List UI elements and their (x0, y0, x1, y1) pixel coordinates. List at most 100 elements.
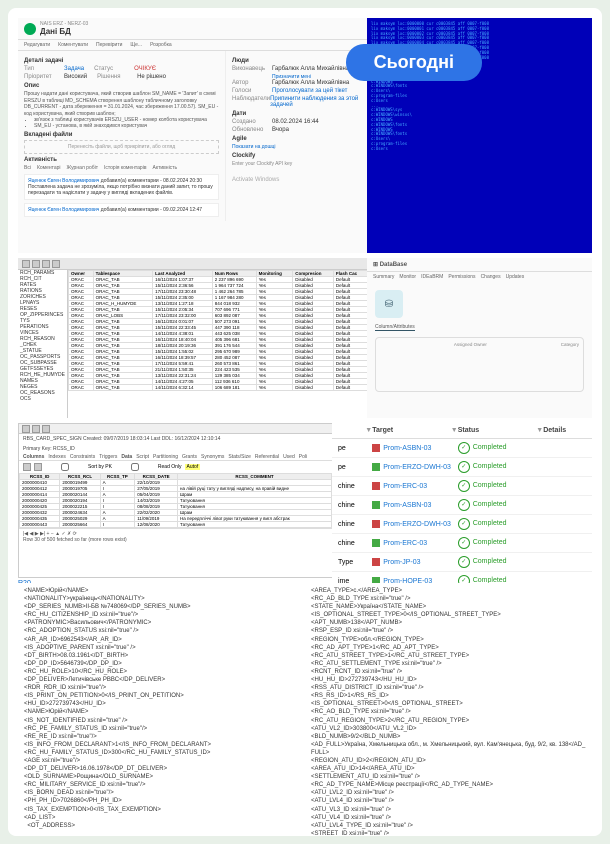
people-heading: Люди (232, 58, 362, 64)
tool-icon[interactable] (32, 260, 40, 268)
vote-link[interactable]: Проголосувати за цей тікет (272, 88, 347, 94)
table-grid[interactable]: OwnerTablespaceLast AnalyzedNum RowsMoni… (68, 270, 368, 418)
activity-tab-activity[interactable]: Активність (152, 165, 177, 171)
host-icon (372, 482, 380, 490)
db-panel-title: ⊞ DataBase (373, 261, 407, 268)
tab-changes[interactable]: Changes (481, 274, 501, 280)
activity-tab-all[interactable]: Всі (24, 165, 31, 171)
detail-tab[interactable]: Indexes (48, 454, 66, 460)
table-detail-window: RBS_CARD_SPEC_SIGN Created: 09/07/2019 1… (18, 423, 333, 578)
status-label: Статус (94, 66, 134, 72)
table-row[interactable]: 20000004432000025664I12/08/2020Татуюванн… (20, 522, 332, 528)
target-link[interactable]: Prom-JP-03 (383, 559, 420, 566)
target-link[interactable]: Prom-ASBN-03 (383, 502, 431, 509)
detail-tab[interactable]: Stats/Size (228, 454, 251, 460)
check-tab[interactable]: Перевірити (96, 42, 122, 48)
page-title: Дані БД (40, 27, 88, 36)
detail-data-grid[interactable]: RCSS_IDRCSS_RCLRCSS_TPRCSS_DATERCSS_COMM… (19, 473, 332, 528)
detail-tab[interactable]: Script (136, 454, 149, 460)
created-label: Создано (232, 119, 272, 125)
sortpk-checkbox[interactable] (45, 463, 85, 471)
detail-tab[interactable]: Data (121, 454, 132, 460)
tab-ide[interactable]: IDEaBRM (421, 274, 443, 280)
detail-tab[interactable]: Grants (182, 454, 197, 460)
tab-updates[interactable]: Updates (506, 274, 525, 280)
votes-label: Голоси (232, 88, 272, 94)
files-heading: Вкладені файли (24, 132, 219, 138)
tool-icon[interactable] (42, 260, 50, 268)
col-details: Details (543, 427, 586, 434)
row-prefix: chine (338, 483, 372, 490)
filter-icon[interactable] (23, 463, 31, 471)
host-icon (372, 520, 380, 528)
table-list[interactable]: RCH_PARAMSRCH_CITRATESRATIONSZORICHESLPN… (18, 270, 68, 418)
database-icon: ⛁ (375, 290, 403, 318)
task-toolbar: Редагувати Коментувати Перевірити Ще... … (18, 40, 368, 51)
filter-icon[interactable]: ▼ (536, 427, 543, 434)
target-row[interactable]: chine Prom-ERC-03 Completed (332, 477, 592, 496)
target-link[interactable]: Prom-ERZO-DWH-03 (383, 464, 451, 471)
type-value: Задача (64, 66, 84, 72)
tab-summary[interactable]: Summary (373, 274, 394, 280)
target-row[interactable]: chineProm-ERZO-DWH-03Completed (332, 515, 592, 534)
activity-tab-history[interactable]: Історія коментарів (104, 165, 146, 171)
detail-tab[interactable]: Partitioning (153, 454, 178, 460)
detail-tab[interactable]: Poli (299, 454, 307, 460)
status-badge: Completed (458, 537, 544, 549)
agile-heading: Agile (232, 136, 362, 142)
comment-tab[interactable]: Коментувати (58, 42, 88, 48)
host-icon (372, 444, 380, 452)
status-badge: Completed (458, 499, 544, 511)
file-dropzone[interactable]: Перенесіть файли, щоб прикріпити, або ог… (24, 140, 219, 154)
filter-icon[interactable]: ▼ (365, 427, 372, 434)
subtab-columns[interactable]: Column/Attributes (375, 324, 415, 331)
detail-tab[interactable]: Columns (23, 454, 44, 460)
assignee-value: Гарбалюк Алла Михайлівна (272, 66, 349, 72)
activate-windows: Activate Windows (232, 177, 362, 183)
row-prefix: Type (338, 559, 372, 566)
detail-tab[interactable]: Triggers (99, 454, 117, 460)
activity-tab-worklog[interactable]: Журнал робіт (67, 165, 98, 171)
created-value: 08.02.2024 16:44 (272, 119, 319, 125)
target-row[interactable]: peProm-ERZO-DWH-03Completed (332, 458, 592, 477)
row-prefix: pe (338, 445, 372, 452)
target-link[interactable]: Prom-ERC-03 (383, 540, 427, 547)
type-label: Тип (24, 66, 64, 72)
target-row[interactable]: chineProm-ERC-03Completed (332, 534, 592, 553)
tab-permissions[interactable]: Permissions (448, 274, 475, 280)
dev-tab[interactable]: Розробка (150, 42, 172, 48)
filter-icon[interactable]: ▼ (451, 427, 458, 434)
agile-link[interactable]: Показати на дошці (232, 144, 362, 150)
detail-tab[interactable]: Referential (255, 454, 279, 460)
more-tab[interactable]: Ще... (130, 42, 142, 48)
tool-icon[interactable] (22, 425, 30, 433)
target-link[interactable]: Prom-ERZO-DWH-03 (383, 521, 451, 528)
tool-icon[interactable] (22, 260, 30, 268)
tool-icon[interactable] (32, 425, 40, 433)
detail-tab[interactable]: Used (283, 454, 295, 460)
target-row[interactable]: peProm-ASBN-03Completed (332, 439, 592, 458)
activity-tab-comments[interactable]: Коментарі (37, 165, 61, 171)
detail-tab[interactable]: Constraints (70, 454, 95, 460)
comment-author[interactable]: Яценюк Євген Володимирович (28, 207, 99, 213)
readonly-checkbox[interactable] (115, 463, 155, 471)
edit-tab[interactable]: Редагувати (24, 42, 50, 48)
target-row[interactable]: Type Prom-JP-03 Completed (332, 553, 592, 572)
status-badge: Completed (458, 480, 544, 492)
target-link[interactable]: Prom-ERC-03 (383, 483, 427, 490)
status-badge: Completed (458, 556, 544, 568)
filter-icon[interactable] (34, 463, 42, 471)
details-heading: Деталі задачі (24, 58, 219, 64)
auto-badge: Autof (185, 464, 201, 470)
tab-monitor[interactable]: Monitor (399, 274, 416, 280)
detail-tab[interactable]: Synonyms (201, 454, 224, 460)
watch-link[interactable]: Припинити наблюдения за этой задачей (270, 96, 362, 108)
table-row[interactable]: ORACORAC_TAB14/11/2024 6:32:14106 689 18… (69, 385, 368, 391)
priority-value: Високий (64, 74, 87, 80)
table-name[interactable]: OCS (18, 396, 67, 402)
target-link[interactable]: Prom-ASBN-03 (383, 445, 431, 452)
status-badge: Completed (458, 518, 544, 530)
tool-icon[interactable] (52, 260, 60, 268)
target-row[interactable]: chineProm-ASBN-03Completed (332, 496, 592, 515)
tool-icon[interactable] (42, 425, 50, 433)
